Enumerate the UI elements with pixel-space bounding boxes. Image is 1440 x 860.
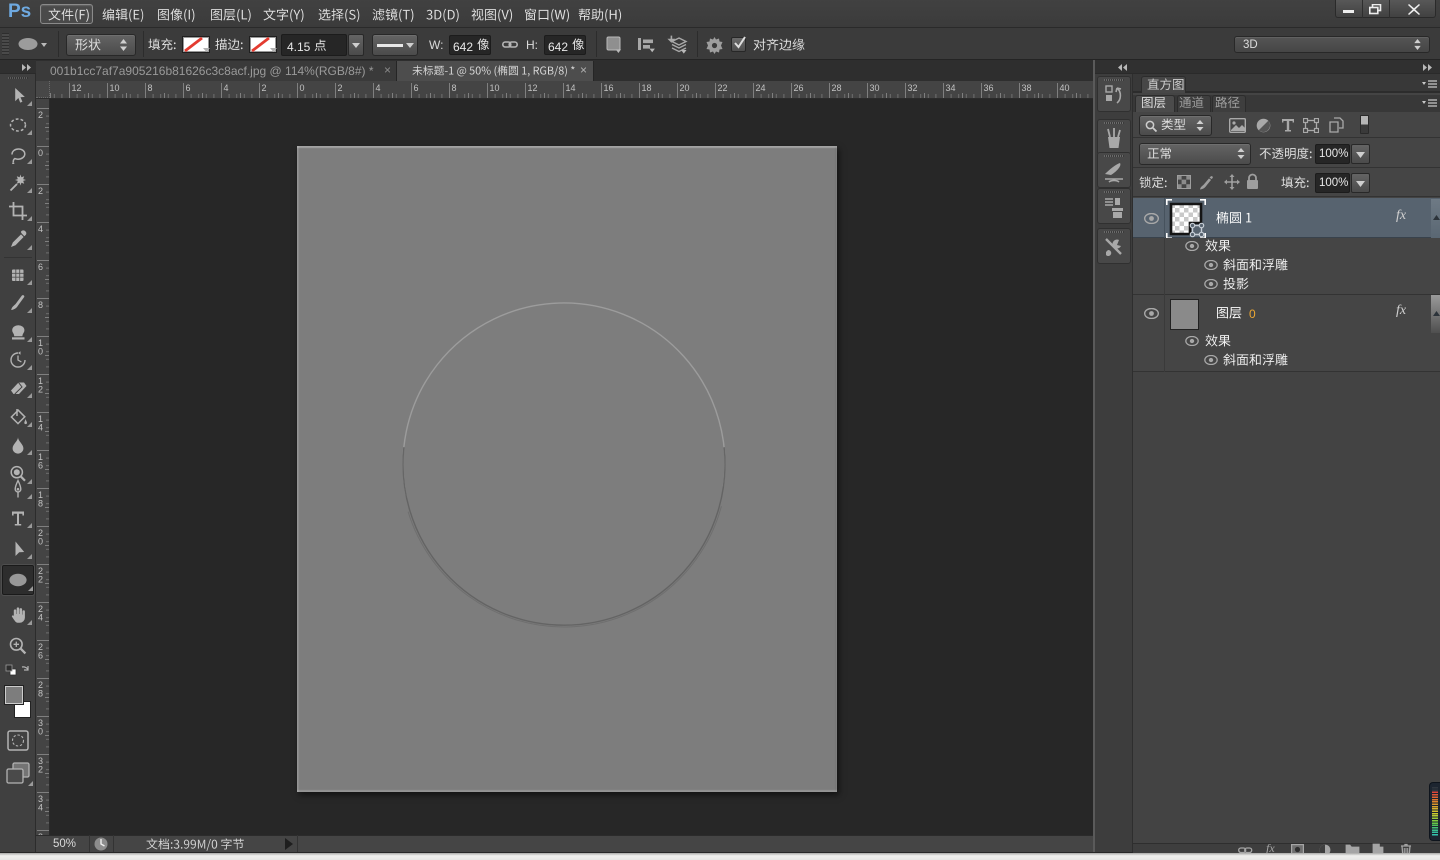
- svg-text:4: 4: [38, 423, 43, 433]
- svg-text:8: 8: [38, 300, 43, 310]
- svg-text:4: 4: [224, 83, 229, 93]
- svg-text:6: 6: [38, 651, 43, 661]
- svg-text:4: 4: [38, 803, 43, 813]
- svg-text:38: 38: [1022, 83, 1032, 93]
- svg-text:4: 4: [38, 613, 43, 623]
- svg-text:0: 0: [300, 83, 305, 93]
- svg-text:6: 6: [38, 262, 43, 272]
- svg-text:10: 10: [110, 83, 120, 93]
- svg-text:2: 2: [338, 83, 343, 93]
- svg-text:8: 8: [452, 83, 457, 93]
- svg-text:4: 4: [376, 83, 381, 93]
- svg-text:24: 24: [756, 83, 766, 93]
- svg-text:2: 2: [38, 186, 43, 196]
- svg-text:40: 40: [1060, 83, 1070, 93]
- svg-text:36: 36: [984, 83, 994, 93]
- svg-text:0: 0: [38, 727, 43, 737]
- svg-text:14: 14: [566, 83, 576, 93]
- svg-text:2: 2: [38, 385, 43, 395]
- svg-text:8: 8: [38, 689, 43, 699]
- svg-text:18: 18: [642, 83, 652, 93]
- svg-text:2: 2: [38, 765, 43, 775]
- svg-text:0: 0: [38, 347, 43, 357]
- svg-text:30: 30: [870, 83, 880, 93]
- svg-text:16: 16: [604, 83, 614, 93]
- svg-text:6: 6: [38, 461, 43, 471]
- svg-text:6: 6: [414, 83, 419, 93]
- svg-text:8: 8: [38, 499, 43, 509]
- svg-text:28: 28: [832, 83, 842, 93]
- svg-text:0: 0: [38, 148, 43, 158]
- svg-text:2: 2: [262, 83, 267, 93]
- svg-text:12: 12: [72, 83, 82, 93]
- svg-text:0: 0: [38, 537, 43, 547]
- svg-text:32: 32: [908, 83, 918, 93]
- svg-text:8: 8: [148, 83, 153, 93]
- svg-text:2: 2: [38, 575, 43, 585]
- svg-text:26: 26: [794, 83, 804, 93]
- svg-text:20: 20: [680, 83, 690, 93]
- svg-text:34: 34: [946, 83, 956, 93]
- svg-text:22: 22: [718, 83, 728, 93]
- svg-text:6: 6: [186, 83, 191, 93]
- svg-text:2: 2: [38, 110, 43, 120]
- svg-text:10: 10: [490, 83, 500, 93]
- svg-text:12: 12: [528, 83, 538, 93]
- svg-text:4: 4: [38, 224, 43, 234]
